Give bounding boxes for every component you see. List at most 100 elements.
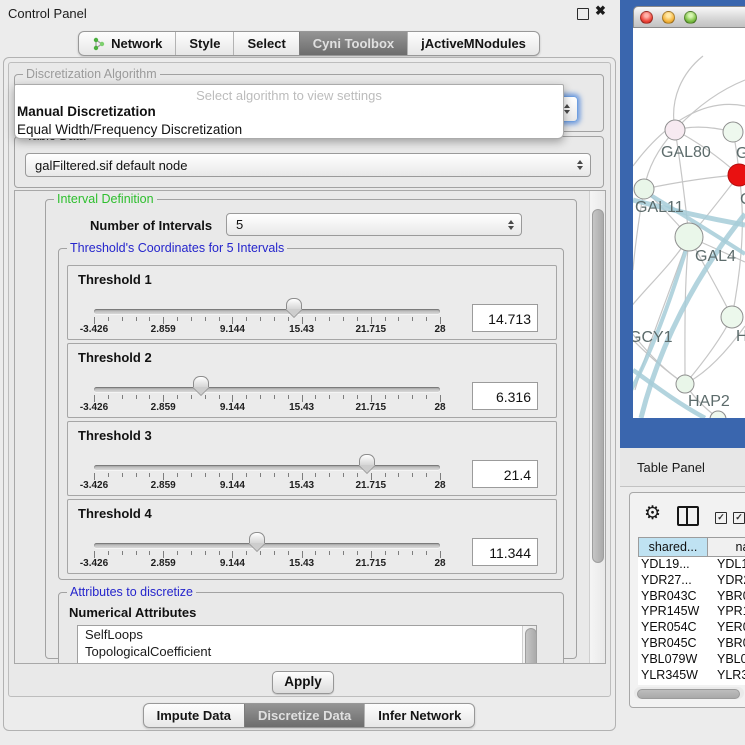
network-node-bottom-partial[interactable]: [710, 411, 726, 418]
threshold-value-field[interactable]: 6.316: [472, 382, 538, 410]
network-node-gal80[interactable]: [665, 120, 685, 140]
slider-track[interactable]: [94, 387, 440, 392]
cell-shared-name[interactable]: YIL052C: [638, 683, 708, 685]
popup-option-equal-width-frequency-discretization[interactable]: Equal Width/Frequency Discretization: [15, 121, 563, 139]
window-minimize-icon[interactable]: [662, 11, 675, 24]
checkbox-icon[interactable]: ✓: [715, 512, 727, 524]
column-header-name[interactable]: na: [708, 537, 745, 557]
threshold-panel-4: Threshold 4-3.4262.8599.14415.4321.71528…: [67, 499, 557, 574]
cell-name[interactable]: YPR1: [708, 604, 745, 620]
settings-scrollbar-thumb[interactable]: [592, 209, 604, 563]
slider-tick-label: 9.144: [220, 402, 245, 413]
network-edge[interactable]: [644, 175, 739, 189]
cell-name[interactable]: YLR3: [708, 668, 745, 684]
slider-thumb[interactable]: [286, 298, 302, 318]
table-row[interactable]: YIL052CYIL0: [638, 683, 745, 685]
threshold-value-field[interactable]: 11.344: [472, 538, 538, 566]
cell-shared-name[interactable]: YBR045C: [638, 636, 708, 652]
cell-shared-name[interactable]: YLR345W: [638, 668, 708, 684]
network-node-label: GAL11: [635, 199, 684, 216]
table-row[interactable]: YBR045CYBR0: [638, 636, 745, 652]
table-horizontal-scrollbar[interactable]: [634, 687, 744, 699]
node-attribute-table: shared... na YDL19...YDL1YDR27...YDR2YBR…: [638, 537, 745, 685]
column-header-shared-name[interactable]: shared...: [638, 537, 708, 557]
slider-thumb[interactable]: [193, 376, 209, 396]
network-edge[interactable]: [633, 237, 689, 319]
table-header-row: shared... na: [638, 537, 745, 557]
slider-track[interactable]: [94, 465, 440, 470]
threshold-value-field[interactable]: 14.713: [472, 304, 538, 332]
tab-cyni-toolbox[interactable]: Cyni Toolbox: [299, 32, 407, 55]
close-panel-icon[interactable]: ✖: [595, 3, 606, 19]
cell-name[interactable]: YER0: [708, 620, 745, 636]
bottom-tab-discretize-data[interactable]: Discretize Data: [244, 704, 364, 727]
table-row[interactable]: YER054CYER0: [638, 620, 745, 636]
bottom-tab-impute-data[interactable]: Impute Data: [144, 704, 244, 727]
network-node-h-partial[interactable]: [721, 306, 743, 328]
slider-thumb[interactable]: [249, 532, 265, 552]
thresholds-group-title: Threshold's Coordinates for 5 Intervals: [67, 241, 287, 255]
slider-track[interactable]: [94, 309, 440, 314]
discretization-algorithm-group-title: Discretization Algorithm: [23, 67, 160, 81]
cell-shared-name[interactable]: YBR043C: [638, 589, 708, 605]
network-window-titlebar[interactable]: [633, 6, 745, 28]
cell-name[interactable]: YIL0: [708, 683, 745, 685]
cell-shared-name[interactable]: YDL19...: [638, 557, 708, 573]
popup-option-manual-discretization[interactable]: Manual Discretization: [15, 103, 563, 121]
network-node-gal4[interactable]: [675, 223, 703, 251]
control-panel-tabs: NetworkStyleSelectCyni ToolboxjActiveMNo…: [78, 31, 540, 56]
slider-thumb[interactable]: [359, 454, 375, 474]
checkbox-icon[interactable]: ✓: [733, 512, 745, 524]
settings-scrollbar[interactable]: [589, 191, 605, 663]
network-node-red-node[interactable]: [728, 164, 745, 186]
cell-name[interactable]: YBL0: [708, 652, 745, 668]
window-zoom-icon[interactable]: [684, 11, 697, 24]
table-data-combobox[interactable]: galFiltered.sif default node: [25, 153, 591, 177]
threshold-panel-3: Threshold 3-3.4262.8599.14415.4321.71528…: [67, 421, 557, 496]
table-hscrollbar-thumb[interactable]: [637, 689, 740, 699]
network-node-gal11[interactable]: [634, 179, 654, 199]
attribute-item-betweennesscentrality[interactable]: BetweennessCentrality: [78, 660, 536, 664]
threshold-panel-2: Threshold 2-3.4262.8599.14415.4321.71528…: [67, 343, 557, 418]
window-close-icon[interactable]: [640, 11, 653, 24]
table-row[interactable]: YBL079WYBL0: [638, 652, 745, 668]
slider-track[interactable]: [94, 543, 440, 548]
number-of-intervals-combobox[interactable]: 5: [226, 213, 522, 236]
network-node-label: GAL4: [695, 248, 736, 265]
float-window-icon[interactable]: [577, 8, 589, 20]
network-edge[interactable]: [674, 56, 703, 130]
table-row[interactable]: YPR145WYPR1: [638, 604, 745, 620]
bottom-tab-infer-network[interactable]: Infer Network: [364, 704, 474, 727]
cell-name[interactable]: YBR0: [708, 589, 745, 605]
slider-tick-label: 28: [434, 324, 445, 335]
split-pane-icon[interactable]: [677, 506, 699, 526]
cell-shared-name[interactable]: YBL079W: [638, 652, 708, 668]
network-node-hap2[interactable]: [676, 375, 694, 393]
cell-name[interactable]: YDL1: [708, 557, 745, 573]
slider-tick-label: -3.426: [80, 324, 108, 335]
gear-icon[interactable]: ⚙: [644, 504, 661, 523]
combo-stepper-icon: [508, 220, 514, 230]
threshold-label: Threshold 1: [78, 272, 152, 287]
table-row[interactable]: YDR27...YDR2: [638, 573, 745, 589]
network-edge[interactable]: [685, 237, 689, 384]
cell-name[interactable]: YDR2: [708, 573, 745, 589]
table-row[interactable]: YDL19...YDL1: [638, 557, 745, 573]
attributes-list-scrollbar[interactable]: [522, 626, 536, 664]
cell-shared-name[interactable]: YPR145W: [638, 604, 708, 620]
attribute-item-selfloops[interactable]: SelfLoops: [78, 626, 536, 643]
tab-jactivemnodules[interactable]: jActiveMNodules: [407, 32, 539, 55]
cell-name[interactable]: YBR0: [708, 636, 745, 652]
tab-style[interactable]: Style: [175, 32, 233, 55]
network-node-g-partial[interactable]: [723, 122, 743, 142]
threshold-value-field[interactable]: 21.4: [472, 460, 538, 488]
network-canvas[interactable]: GAL80G.CGAL11GAL4GCY1HHAP2: [633, 28, 745, 418]
tab-network[interactable]: Network: [79, 32, 175, 55]
tab-select[interactable]: Select: [233, 32, 298, 55]
apply-button[interactable]: Apply: [272, 671, 334, 694]
table-row[interactable]: YLR345WYLR3: [638, 668, 745, 684]
cell-shared-name[interactable]: YER054C: [638, 620, 708, 636]
attribute-item-topologicalcoefficient[interactable]: TopologicalCoefficient: [78, 643, 536, 660]
table-row[interactable]: YBR043CYBR0: [638, 589, 745, 605]
cell-shared-name[interactable]: YDR27...: [638, 573, 708, 589]
